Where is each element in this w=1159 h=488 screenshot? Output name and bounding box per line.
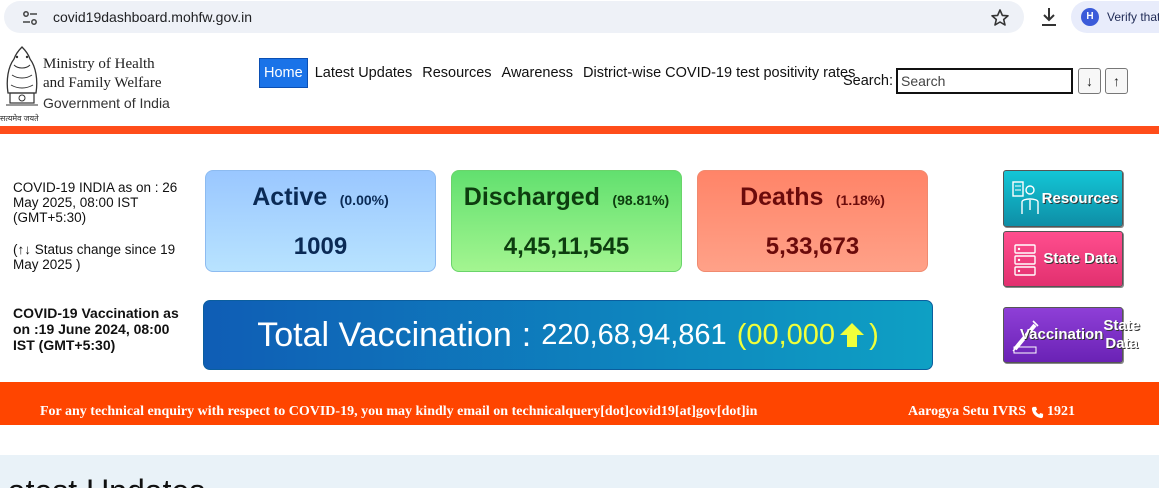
site-settings-icon[interactable] [22,10,38,26]
status-change-note: (↑↓ Status change since 19 May 2025 ) [13,242,176,272]
latest-updates-section: Latest Updates [0,455,1159,488]
vaccination-as-of: COVID-19 Vaccination as on :19 June 2024… [13,305,179,353]
browser-toolbar: covid19dashboard.mohfw.gov.in H Verify t… [0,0,1159,34]
ivrs-number: 1921 [1046,404,1075,419]
resources-button-label: Resources [1041,189,1119,207]
active-count: 1009 [293,233,348,260]
discharged-label: Discharged [463,183,600,211]
nav-district-positivity[interactable]: District-wise COVID-19 test positivity r… [578,58,860,88]
discharged-card: Discharged (98.81%) 4,45,11,545 [451,170,682,272]
phone-icon [1031,406,1044,418]
vaccination-button-label: Vaccination State Data [1020,308,1140,362]
discharged-percent: (98.81%) [612,192,670,208]
total-vaccination-label: Total Vaccination [257,315,512,354]
vaccination-button-line2: State Data [1103,317,1141,352]
latest-updates-heading: Latest Updates [0,473,205,488]
vaccination-colon: : [521,315,532,354]
download-icon[interactable] [1039,6,1059,28]
site-header: सत्यमेव जयते Ministry of Health and Fami… [0,40,1159,126]
nav-resources[interactable]: Resources [417,58,496,88]
search-label: Search: [843,73,893,89]
state-data-button[interactable]: State Data [1003,231,1123,287]
national-emblem-icon [6,46,38,106]
technical-enquiry-bar: For any technical enquiry with respect t… [0,382,1159,425]
search-input[interactable] [896,68,1073,94]
resources-doctor-icon [1012,181,1039,214]
status-as-of: COVID-19 INDIA as on : 26 May 2025, 08:0… [13,180,178,225]
deaths-count: 5,33,673 [765,233,860,260]
total-vaccination-banner: Total Vaccination : 220,68,94,861 (00,00… [203,300,933,370]
ministry-name-line2[interactable]: and Family Welfare [43,75,161,92]
total-vaccination-count: 220,68,94,861 [541,318,727,351]
ministry-name-line1[interactable]: Ministry of Health [43,56,155,73]
technical-enquiry-text: For any technical enquiry with respect t… [40,404,758,419]
discharged-count: 4,45,11,545 [503,233,630,260]
active-card: Active (0.00%) 1009 [205,170,436,272]
search-next-button[interactable]: ↓ [1078,68,1101,94]
server-stack-icon [1014,244,1036,276]
resources-button[interactable]: Resources [1003,170,1123,227]
vaccination-state-data-button[interactable]: Vaccination State Data [1003,307,1140,363]
up-arrow-icon [840,323,865,347]
nav-awareness[interactable]: Awareness [497,58,578,88]
header-divider [0,126,1159,134]
emblem-motto: सत्यमेव जयते [0,114,39,123]
verify-badge-icon: H [1081,8,1099,26]
main-nav: Home Latest Updates Resources Awareness … [259,58,860,88]
bookmark-star-icon[interactable] [990,8,1010,28]
vaccination-delta-value: (00,000 [736,318,836,351]
deaths-percent: (1.18%) [835,192,885,208]
verify-chip[interactable]: H Verify that [1071,1,1159,33]
vaccination-button-line1: Vaccination [1019,326,1104,343]
active-percent: (0.00%) [339,192,389,208]
deaths-label: Deaths [740,183,824,211]
nav-latest-updates[interactable]: Latest Updates [310,58,418,88]
nav-home[interactable]: Home [259,58,308,88]
vaccination-delta: (00,000 ) [737,319,879,352]
government-name: Government of India [43,95,170,111]
vaccination-delta-close: ) [869,318,879,351]
ivrs-label: Aarogya Setu IVRS [908,404,1026,419]
active-label: Active [252,183,328,211]
ivrs-info: Aarogya Setu IVRS 1921 [908,404,1075,420]
address-bar[interactable]: covid19dashboard.mohfw.gov.in [4,1,1024,33]
state-data-button-label: State Data [1043,250,1117,267]
search-prev-button[interactable]: ↑ [1105,68,1128,94]
deaths-card: Deaths (1.18%) 5,33,673 [697,170,928,272]
verify-label: Verify that [1107,10,1159,24]
url-text[interactable]: covid19dashboard.mohfw.gov.in [53,9,252,25]
